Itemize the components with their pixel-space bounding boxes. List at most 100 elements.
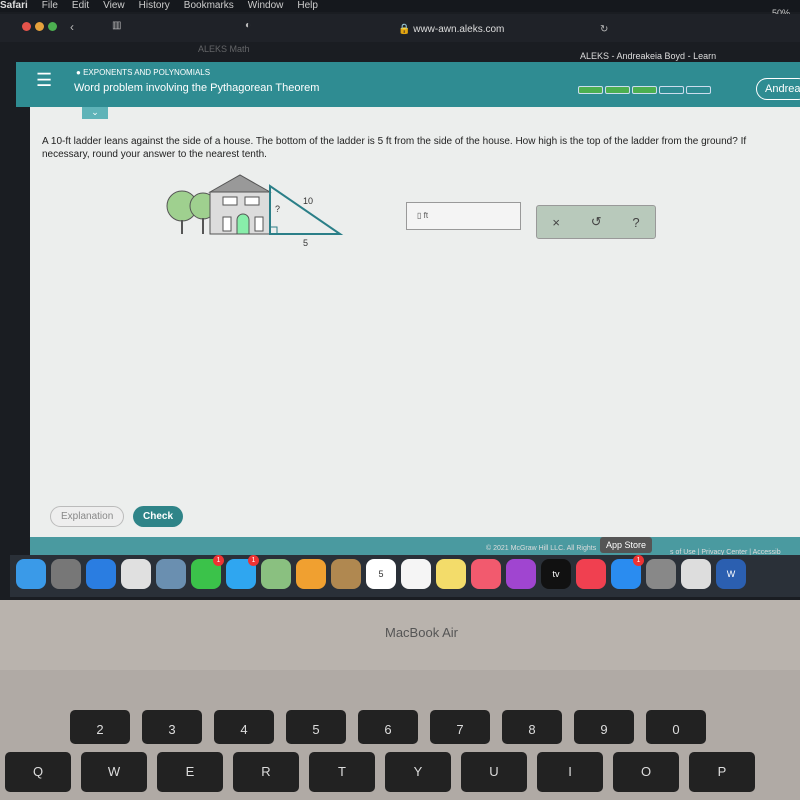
topic-category: ● EXPONENTS AND POLYNOMIALS — [76, 68, 211, 77]
dock-reminders-icon[interactable] — [401, 559, 431, 589]
key-t[interactable]: T — [309, 752, 375, 792]
category-label: EXPONENTS AND POLYNOMIALS — [83, 68, 211, 77]
dock-maps-icon[interactable] — [261, 559, 291, 589]
menu-icon[interactable]: ☰ — [36, 70, 52, 91]
question-panel: ⌄ A 10-ft ladder leans against the side … — [30, 107, 800, 537]
aleks-header: ☰ ● EXPONENTS AND POLYNOMIALS Word probl… — [16, 62, 800, 107]
keyboard: 234567890 QWERTYUIOP — [0, 670, 800, 800]
dock-icon-label: W — [726, 569, 736, 579]
unit-label: ft — [423, 211, 429, 220]
dock-app-store-icon[interactable]: 1 — [611, 555, 644, 589]
menu-bookmarks[interactable]: Bookmarks — [184, 0, 234, 12]
key-o[interactable]: O — [613, 752, 679, 792]
answer-tools: × ↺ ? — [536, 205, 656, 239]
dock-icon-label: 5 — [378, 569, 384, 579]
browser-toolbar: ‹ ▥ ◐ 🔒 www-awn.aleks.com ↻ — [0, 14, 800, 44]
menu-view[interactable]: View — [103, 0, 125, 12]
key-p[interactable]: P — [689, 752, 755, 792]
clear-icon[interactable]: × — [552, 215, 560, 230]
key-3[interactable]: 3 — [142, 710, 202, 744]
dock-calendar-icon[interactable]: 5 — [366, 559, 396, 589]
key-7[interactable]: 7 — [430, 710, 490, 744]
dock-facetime-icon[interactable]: 1 — [191, 555, 224, 589]
explanation-button[interactable]: Explanation — [50, 506, 125, 527]
key-y[interactable]: Y — [385, 752, 451, 792]
house-ladder-figure: ? 10 5 — [166, 174, 344, 247]
dock-icon-label: tv — [552, 569, 560, 579]
dock-documents-icon[interactable] — [681, 559, 711, 589]
menu-window[interactable]: Window — [248, 0, 284, 12]
dock-photos-icon[interactable] — [296, 559, 326, 589]
key-q[interactable]: Q — [5, 752, 71, 792]
zoom-window-button[interactable] — [48, 22, 57, 31]
key-4[interactable]: 4 — [214, 710, 274, 744]
page-title: Word problem involving the Pythagorean T… — [74, 82, 320, 94]
tab-aleks-math[interactable]: ALEKS Math — [198, 44, 250, 54]
close-window-button[interactable] — [22, 22, 31, 31]
key-8[interactable]: 8 — [502, 710, 562, 744]
shield-icon[interactable]: ◐ — [245, 20, 251, 31]
key-9[interactable]: 9 — [574, 710, 634, 744]
dock-word-icon[interactable]: W — [716, 559, 746, 589]
user-button[interactable]: Andrea — [756, 78, 800, 100]
help-icon[interactable]: ? — [632, 215, 639, 230]
dock-music-icon[interactable] — [471, 559, 501, 589]
key-0[interactable]: 0 — [646, 710, 706, 744]
dock-finder-icon[interactable] — [16, 559, 46, 589]
dock-news-icon[interactable] — [576, 559, 606, 589]
notification-badge: 1 — [213, 555, 224, 566]
notification-badge: 1 — [248, 555, 259, 566]
app-store-tooltip: App Store — [600, 537, 653, 553]
dock-safari-icon[interactable] — [86, 559, 116, 589]
menu-safari[interactable]: Safari — [0, 0, 28, 12]
dock: 1 1 5 tv 1 W — [10, 555, 800, 597]
key-u[interactable]: U — [461, 752, 527, 792]
undo-icon[interactable]: ↺ — [591, 214, 602, 230]
laptop-brand: MacBook Air — [385, 625, 458, 640]
progress-segment — [659, 86, 684, 94]
key-6[interactable]: 6 — [358, 710, 418, 744]
back-icon[interactable]: ‹ — [70, 20, 74, 34]
key-5[interactable]: 5 — [286, 710, 346, 744]
tab-bar: ALEKS Math ALEKS - Andreakeia Boyd - Lea… — [0, 42, 800, 64]
progress-bar — [578, 86, 711, 94]
dock-podcasts-icon[interactable] — [506, 559, 536, 589]
collapse-chevron-icon[interactable]: ⌄ — [82, 107, 108, 119]
sidebar-icon[interactable]: ▥ — [112, 20, 121, 31]
minimize-window-button[interactable] — [35, 22, 44, 31]
notification-badge: 1 — [633, 555, 644, 566]
unknown-height-label: ? — [275, 204, 280, 214]
menu-help[interactable]: Help — [297, 0, 318, 12]
tab-aleks-learn[interactable]: ALEKS - Andreakeia Boyd - Learn — [580, 51, 716, 61]
dock-messages-icon[interactable]: 1 — [226, 555, 259, 589]
dock-system-preferences-icon[interactable] — [646, 559, 676, 589]
key-2[interactable]: 2 — [70, 710, 130, 744]
dock-chrome-icon[interactable] — [121, 559, 151, 589]
dock-contacts-icon[interactable] — [331, 559, 361, 589]
address-bar[interactable]: 🔒 www-awn.aleks.com — [398, 24, 504, 35]
dock-launchpad-icon[interactable] — [51, 559, 81, 589]
key-i[interactable]: I — [537, 752, 603, 792]
url-text: www-awn.aleks.com — [413, 24, 505, 35]
menu-history[interactable]: History — [139, 0, 170, 12]
reload-icon[interactable]: ↻ — [600, 24, 608, 35]
dock-tv-icon[interactable]: tv — [541, 559, 571, 589]
check-button[interactable]: Check — [133, 506, 184, 527]
key-w[interactable]: W — [81, 752, 147, 792]
progress-segment — [632, 86, 657, 94]
copyright: © 2021 McGraw Hill LLC. All Rights — [486, 545, 597, 552]
key-e[interactable]: E — [157, 752, 223, 792]
progress-segment — [605, 86, 630, 94]
progress-segment — [686, 86, 711, 94]
answer-input[interactable]: ▯ ft — [406, 202, 521, 230]
dock-notes-icon[interactable] — [436, 559, 466, 589]
progress-segment — [578, 86, 603, 94]
key-r[interactable]: R — [233, 752, 299, 792]
ladder-length-label: 10 — [303, 196, 313, 206]
menu-bar: Safari File Edit View History Bookmarks … — [0, 0, 800, 12]
menu-file[interactable]: File — [42, 0, 58, 12]
base-length-label: 5 — [303, 238, 308, 247]
dock-preview-icon[interactable] — [156, 559, 186, 589]
menu-edit[interactable]: Edit — [72, 0, 89, 12]
question-text: A 10-ft ladder leans against the side of… — [42, 136, 747, 160]
